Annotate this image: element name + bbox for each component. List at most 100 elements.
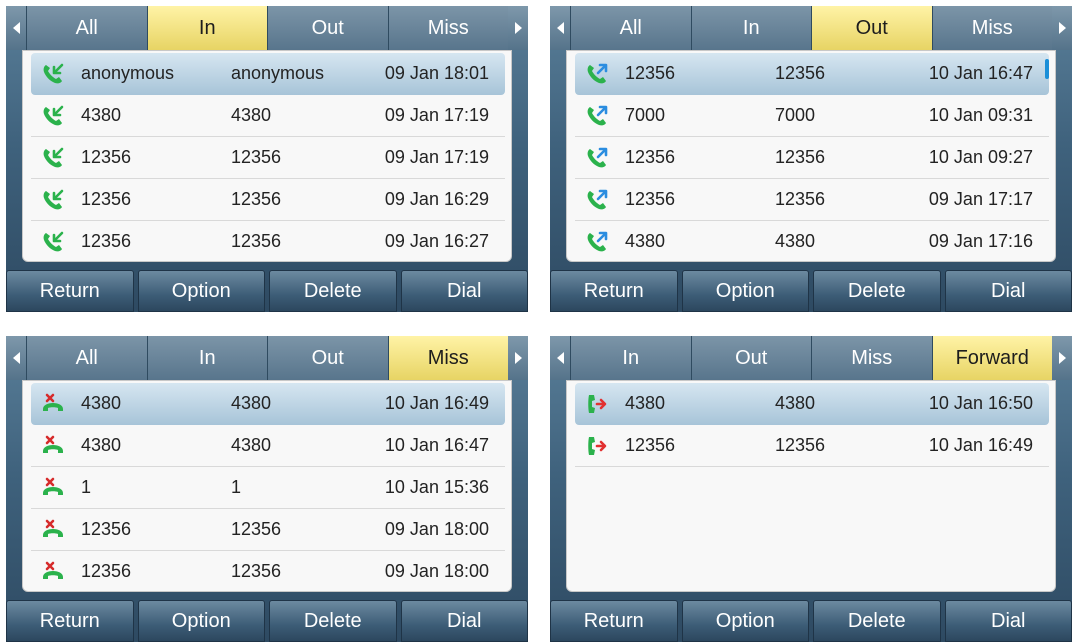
call-list-item[interactable]: 12356 12356 10 Jan 09:27 <box>575 137 1049 179</box>
tab-miss[interactable]: Miss <box>387 336 508 380</box>
scroll-left-arrow-icon[interactable] <box>550 336 570 380</box>
contact-name: 4380 <box>625 393 666 413</box>
outgoing-call-icon <box>585 104 609 128</box>
call-list-item[interactable]: 4380 4380 09 Jan 17:16 <box>575 221 1049 261</box>
call-list-item[interactable]: 12356 12356 09 Jan 16:27 <box>31 221 505 261</box>
call-list-item[interactable]: 12356 12356 09 Jan 18:00 <box>31 509 505 551</box>
call-time: 09 Jan 18:00 <box>384 561 489 581</box>
contact-number: 4380 <box>775 231 816 251</box>
phone-screen: All In Out Miss 4380 4380 10 Jan 16:49 4380 4380… <box>6 336 528 642</box>
softkey-bar: Return Option Delete Dial <box>6 270 528 312</box>
dial-button[interactable]: Dial <box>944 270 1072 312</box>
tab-all[interactable]: All <box>26 336 147 380</box>
delete-button[interactable]: Delete <box>269 600 397 642</box>
call-time: 09 Jan 18:01 <box>384 63 489 83</box>
contact-name: 4380 <box>81 393 122 413</box>
call-list-item[interactable]: 4380 4380 10 Jan 16:50 <box>575 383 1049 425</box>
tab-bar: All In Out Miss <box>6 336 528 380</box>
tab-bar: In Out Miss Forward <box>550 336 1072 380</box>
contact-name: 12356 <box>625 147 676 167</box>
phone-screen: In Out Miss Forward 4380 4380 10 Jan 16:50 1235… <box>550 336 1072 642</box>
dial-button[interactable]: Dial <box>400 270 528 312</box>
tab-in[interactable]: In <box>690 6 811 50</box>
missed-call-icon <box>41 518 65 542</box>
tab-in[interactable]: In <box>146 336 267 380</box>
scroll-right-arrow-icon[interactable] <box>508 6 528 50</box>
option-button[interactable]: Option <box>681 270 809 312</box>
call-list-item[interactable]: 12356 12356 10 Jan 16:49 <box>575 425 1049 467</box>
tab-all[interactable]: All <box>570 6 691 50</box>
call-list-item[interactable]: 4380 4380 10 Jan 16:49 <box>31 383 505 425</box>
scroll-left-arrow-icon[interactable] <box>6 6 26 50</box>
call-time: 09 Jan 17:19 <box>384 105 489 125</box>
tab-in[interactable]: In <box>570 336 691 380</box>
missed-call-icon <box>41 560 65 584</box>
contact-name: 12356 <box>81 561 132 581</box>
return-button[interactable]: Return <box>6 600 134 642</box>
tab-out[interactable]: Out <box>267 336 388 380</box>
contact-name: 4380 <box>81 435 122 455</box>
call-list-item[interactable]: 4380 4380 09 Jan 17:19 <box>31 95 505 137</box>
softkey-bar: Return Option Delete Dial <box>6 600 528 642</box>
tab-out[interactable]: Out <box>690 336 811 380</box>
call-list-item[interactable]: 12356 12356 10 Jan 16:47 <box>575 53 1049 95</box>
option-button[interactable]: Option <box>681 600 809 642</box>
contact-name: 12356 <box>625 189 676 209</box>
scrollbar[interactable] <box>1045 59 1049 79</box>
scroll-right-arrow-icon[interactable] <box>1052 6 1072 50</box>
outgoing-call-icon <box>585 146 609 170</box>
call-list-item[interactable]: 12356 12356 09 Jan 17:17 <box>575 179 1049 221</box>
return-button[interactable]: Return <box>550 600 678 642</box>
dial-button[interactable]: Dial <box>400 600 528 642</box>
scroll-left-arrow-icon[interactable] <box>550 6 570 50</box>
outgoing-call-icon <box>585 188 609 212</box>
scroll-right-arrow-icon[interactable] <box>508 336 528 380</box>
delete-button[interactable]: Delete <box>813 270 941 312</box>
call-list-item[interactable]: 12356 12356 09 Jan 17:19 <box>31 137 505 179</box>
tab-out[interactable]: Out <box>811 6 932 50</box>
tab-miss[interactable]: Miss <box>811 336 932 380</box>
call-list-item[interactable]: 12356 12356 09 Jan 16:29 <box>31 179 505 221</box>
return-button[interactable]: Return <box>6 270 134 312</box>
call-time: 10 Jan 15:36 <box>384 477 489 497</box>
call-time: 10 Jan 09:31 <box>928 105 1033 125</box>
tab-miss[interactable]: Miss <box>931 6 1052 50</box>
call-time: 09 Jan 17:19 <box>384 147 489 167</box>
contact-name: 12356 <box>81 519 132 539</box>
phone-screen: All In Out Miss anonymous anonymous 09 Jan 18:… <box>6 6 528 312</box>
phone-screen: All In Out Miss 12356 12356 10 Jan 16:47 7000 70… <box>550 6 1072 312</box>
call-time: 10 Jan 16:50 <box>928 393 1033 413</box>
return-button[interactable]: Return <box>550 270 678 312</box>
missed-call-icon <box>41 476 65 500</box>
contact-number: 12356 <box>775 435 826 455</box>
dial-button[interactable]: Dial <box>944 600 1072 642</box>
call-list-item[interactable]: 4380 4380 10 Jan 16:47 <box>31 425 505 467</box>
contact-name: 1 <box>81 477 92 497</box>
call-time: 10 Jan 16:47 <box>384 435 489 455</box>
tab-out[interactable]: Out <box>267 6 388 50</box>
contact-number: 12356 <box>775 147 826 167</box>
scroll-left-arrow-icon[interactable] <box>6 336 26 380</box>
delete-button[interactable]: Delete <box>269 270 397 312</box>
delete-button[interactable]: Delete <box>813 600 941 642</box>
call-list-item[interactable]: 7000 7000 10 Jan 09:31 <box>575 95 1049 137</box>
softkey-bar: Return Option Delete Dial <box>550 270 1072 312</box>
option-button[interactable]: Option <box>137 270 265 312</box>
contact-name: 12356 <box>81 189 132 209</box>
call-list-item[interactable]: 12356 12356 09 Jan 18:00 <box>31 551 505 591</box>
tab-miss[interactable]: Miss <box>387 6 508 50</box>
scroll-right-arrow-icon[interactable] <box>1052 336 1072 380</box>
contact-number: 12356 <box>775 189 826 209</box>
tab-forward[interactable]: Forward <box>931 336 1052 380</box>
tab-all[interactable]: All <box>26 6 147 50</box>
call-list-item[interactable]: anonymous anonymous 09 Jan 18:01 <box>31 53 505 95</box>
incoming-call-icon <box>41 230 65 254</box>
contact-number: anonymous <box>231 63 325 83</box>
contact-number: 4380 <box>231 393 272 413</box>
outgoing-call-icon <box>585 62 609 86</box>
option-button[interactable]: Option <box>137 600 265 642</box>
call-list-item[interactable]: 1 1 10 Jan 15:36 <box>31 467 505 509</box>
call-list: anonymous anonymous 09 Jan 18:01 4380 4380 09… <box>22 50 512 262</box>
call-time: 09 Jan 17:16 <box>928 231 1033 251</box>
tab-in[interactable]: In <box>146 6 267 50</box>
